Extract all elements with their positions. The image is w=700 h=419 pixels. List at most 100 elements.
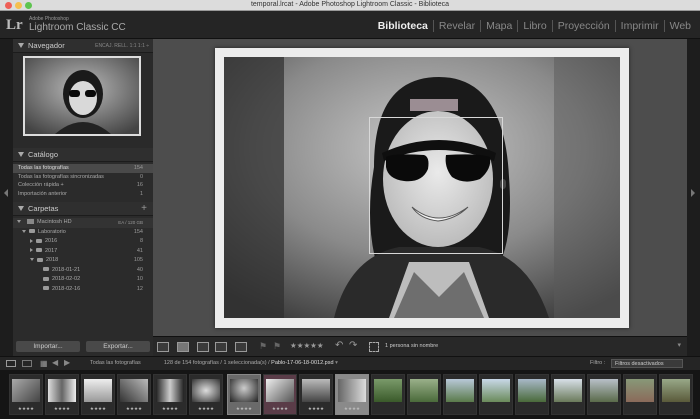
- main-photo[interactable]: [224, 57, 620, 318]
- folder-row[interactable]: 2018-02-02 10: [13, 275, 153, 285]
- catalog-item-count: 16: [136, 182, 143, 188]
- navigator-header[interactable]: Navegador ENCAJ. RELL. 1:1 1:1 ÷: [13, 39, 153, 53]
- zoom-options[interactable]: ENCAJ. RELL. 1:1 1:1 ÷: [95, 39, 149, 53]
- source-label[interactable]: Todas las fotografías: [90, 360, 141, 366]
- folder-row[interactable]: 2016 8: [13, 237, 153, 247]
- module-proyeccion[interactable]: Proyección: [551, 20, 615, 32]
- catalog-item-previous-import[interactable]: Importación anterior 1: [13, 190, 153, 199]
- filmstrip-thumb[interactable]: ★★★★: [153, 374, 187, 415]
- folder-row[interactable]: 2018 105: [13, 256, 153, 266]
- face-region-icon[interactable]: [369, 342, 379, 352]
- right-panel-toggle[interactable]: [687, 39, 700, 356]
- thumb-stars: ★★★★: [235, 406, 253, 411]
- add-folder-button[interactable]: +: [141, 202, 147, 216]
- survey-view-icon[interactable]: [215, 342, 227, 352]
- filmstrip-thumb[interactable]: ★★★★: [45, 374, 79, 415]
- folder-label: 2018-01-21: [52, 266, 81, 273]
- folder-icon: [29, 229, 35, 234]
- filmstrip-thumb[interactable]: [479, 374, 513, 415]
- expand-triangle-icon: [30, 238, 33, 243]
- secondary-window-icon[interactable]: [22, 360, 32, 367]
- toolbar-menu-chevron-icon[interactable]: ▾: [677, 341, 681, 349]
- primary-window-icon[interactable]: [6, 360, 16, 367]
- thumb-stars: ★★★★: [53, 406, 71, 411]
- catalog-header[interactable]: Catálogo: [13, 148, 153, 162]
- grid-view-icon[interactable]: [157, 342, 169, 352]
- filter-label: Filtro :: [590, 360, 606, 366]
- filmstrip-thumb[interactable]: [443, 374, 477, 415]
- filmstrip-thumb[interactable]: ★★★★: [9, 374, 43, 415]
- filmstrip-thumb[interactable]: ★★★★: [299, 374, 333, 415]
- expand-triangle-icon: [22, 229, 26, 233]
- people-view-icon[interactable]: [235, 342, 247, 352]
- expand-triangle-icon: [30, 248, 33, 253]
- forward-arrow-icon[interactable]: ▶: [64, 358, 70, 367]
- star-rating[interactable]: ★★★★★: [290, 341, 324, 350]
- filmstrip-thumb[interactable]: [407, 374, 441, 415]
- hard-disk-icon: [27, 219, 34, 225]
- folder-label: 2017: [45, 247, 58, 254]
- volume-row[interactable]: Macintosh HD EA / 120 GB: [13, 218, 153, 228]
- back-arrow-icon[interactable]: ◀: [52, 358, 58, 367]
- volume-info: EA / 120 GB: [118, 220, 143, 225]
- loupe-view-icon[interactable]: [177, 342, 189, 352]
- grid-icon[interactable]: ▦: [40, 359, 48, 368]
- folder-row[interactable]: 2018-02-16 12: [13, 285, 153, 295]
- catalog-item-all-photos[interactable]: Todas las fotografías 154: [13, 164, 153, 173]
- loupe-view[interactable]: [153, 39, 687, 336]
- rotate-left-icon[interactable]: ↶: [335, 340, 343, 351]
- catalog-item-synced-photos[interactable]: Todas las fotografías sincronizadas 0: [13, 173, 153, 182]
- module-imprimir[interactable]: Imprimir: [614, 20, 664, 32]
- folder-label: 2016: [45, 238, 58, 244]
- reject-flag-icon[interactable]: ⚑: [273, 341, 281, 352]
- face-name-tag[interactable]: [410, 99, 458, 111]
- face-region-box[interactable]: [369, 117, 503, 254]
- module-web[interactable]: Web: [663, 20, 696, 32]
- collapse-triangle-icon: [18, 152, 24, 157]
- module-libro[interactable]: Libro: [517, 20, 551, 32]
- filmstrip-thumb[interactable]: [623, 374, 657, 415]
- flag-icon[interactable]: ⚑: [259, 341, 267, 352]
- filmstrip-thumb[interactable]: ★★★★: [117, 374, 151, 415]
- filmstrip-thumb[interactable]: ★★★★: [81, 374, 115, 415]
- expand-triangle-icon: [30, 258, 34, 262]
- folder-row[interactable]: 2017 41: [13, 247, 153, 257]
- filmstrip-thumb[interactable]: [551, 374, 585, 415]
- folder-icon: [36, 248, 42, 253]
- filmstrip-thumb[interactable]: ★★★★: [335, 374, 369, 415]
- export-button[interactable]: Exportar...: [86, 341, 150, 352]
- folders-title: Carpetas: [28, 204, 59, 213]
- module-mapa[interactable]: Mapa: [480, 20, 517, 32]
- folder-icon: [37, 257, 43, 262]
- filmstrip-thumb[interactable]: [659, 374, 693, 415]
- filmstrip-thumb-selected[interactable]: ★★★★: [227, 374, 261, 415]
- import-button[interactable]: Importar...: [16, 341, 80, 352]
- navigator-preview[interactable]: [13, 53, 153, 148]
- folders-header[interactable]: Carpetas +: [13, 202, 153, 216]
- folder-icon: [43, 276, 49, 281]
- lightroom-window: temporal.lrcat - Adobe Photoshop Lightro…: [0, 0, 700, 419]
- collapse-triangle-icon: [18, 206, 24, 211]
- folder-row[interactable]: 2018-01-21 40: [13, 266, 153, 276]
- rotate-right-icon[interactable]: ↷: [349, 340, 357, 351]
- compare-view-icon[interactable]: [197, 342, 209, 352]
- catalog-title: Catálogo: [28, 150, 59, 159]
- module-revelar[interactable]: Revelar: [432, 20, 480, 32]
- folder-count: 154: [133, 228, 143, 235]
- catalog-item-quick-collection[interactable]: Colección rápida + 16: [13, 181, 153, 190]
- catalog-item-count: 154: [133, 165, 143, 171]
- left-panel-toggle[interactable]: [0, 39, 13, 356]
- folder-label: 2018-02-02: [52, 276, 81, 282]
- module-biblioteca[interactable]: Biblioteca: [373, 20, 433, 32]
- filmstrip-thumb[interactable]: ★★★★: [189, 374, 223, 415]
- navigator-thumbnail[interactable]: [23, 56, 141, 136]
- folder-count: 105: [133, 257, 143, 263]
- filmstrip-thumb[interactable]: [515, 374, 549, 415]
- filmstrip: ★★★★ ★★★★ ★★★★ ★★★★ ★★★★ ★★★★ ★★★★ ★★★★ …: [0, 370, 700, 419]
- folder-row[interactable]: Laboratorio 154: [13, 228, 153, 238]
- filmstrip-thumb[interactable]: [371, 374, 405, 415]
- filmstrip-thumb[interactable]: ★★★★: [263, 374, 297, 415]
- filter-dropdown[interactable]: Filtros desactivados: [611, 359, 683, 368]
- folder-count: 41: [136, 247, 143, 254]
- filmstrip-thumb[interactable]: [587, 374, 621, 415]
